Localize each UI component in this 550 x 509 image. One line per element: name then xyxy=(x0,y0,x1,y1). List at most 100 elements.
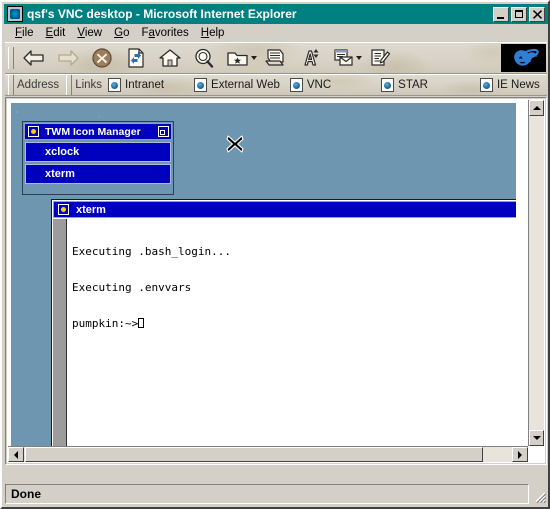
link-label: Intranet xyxy=(125,79,165,91)
scroll-down-button[interactable] xyxy=(529,430,544,446)
ie-document-icon xyxy=(7,6,23,22)
xterm-title: xterm xyxy=(76,203,106,216)
menu-item-go[interactable]: Go xyxy=(108,26,135,40)
edit-page-icon xyxy=(371,49,391,66)
terminal-prompt-line: pumpkin:~> xyxy=(72,318,516,330)
stop-x-icon xyxy=(92,48,112,68)
horizontal-scrollbar[interactable] xyxy=(8,446,528,462)
scroll-left-arrow-icon xyxy=(14,450,18,459)
xterm-text-output: Executing .bash_login... Executing .envv… xyxy=(72,222,516,451)
window-controls xyxy=(493,6,547,22)
print-button[interactable] xyxy=(258,44,292,72)
browser-content-frame: TWM Icon Manager xclock xterm xterm Exec… xyxy=(5,97,547,465)
links-bar: Address Links Intranet External Web VNC … xyxy=(5,74,547,96)
vertical-scrollbar[interactable] xyxy=(528,100,544,446)
scroll-up-arrow-icon xyxy=(532,106,541,110)
menu-item-view[interactable]: View xyxy=(71,26,108,40)
link-intranet[interactable]: Intranet xyxy=(108,78,164,92)
menu-item-help[interactable]: Help xyxy=(195,26,231,40)
scroll-right-arrow-icon xyxy=(518,450,522,459)
twm-icon-entry-label: xterm xyxy=(45,168,75,180)
mail-button[interactable] xyxy=(326,44,360,72)
link-page-icon xyxy=(108,78,122,92)
menu-item-file[interactable]: File xyxy=(9,26,40,40)
menu-bar: File Edit View Go Favorites Help xyxy=(4,24,548,42)
twm-icon-manager-title: TWM Icon Manager xyxy=(45,125,141,138)
twm-icon-entry-xclock[interactable]: xclock xyxy=(25,142,171,162)
arrow-right-icon xyxy=(58,50,79,66)
xterm-window[interactable]: xterm Executing .bash_login... Executing… xyxy=(51,199,516,451)
refresh-page-icon xyxy=(128,48,144,68)
resize-grip-icon[interactable] xyxy=(531,488,547,504)
arrow-left-icon xyxy=(23,50,44,66)
scroll-left-button[interactable] xyxy=(8,447,24,462)
twm-menu-dot-icon[interactable] xyxy=(28,126,39,137)
menu-item-edit[interactable]: Edit xyxy=(40,26,72,40)
link-ie-news[interactable]: IE News xyxy=(479,78,540,92)
link-label: IE News xyxy=(496,79,540,91)
stop-button[interactable] xyxy=(85,44,119,72)
internet-explorer-logo[interactable] xyxy=(501,44,546,72)
scroll-right-button[interactable] xyxy=(512,447,528,462)
links-label: Links xyxy=(75,79,103,91)
link-vnc[interactable]: VNC xyxy=(289,78,332,92)
twm-icon-entry-label: xclock xyxy=(45,146,80,158)
scroll-down-arrow-icon xyxy=(532,436,541,440)
link-label: VNC xyxy=(306,79,332,91)
twm-menu-dot-icon[interactable] xyxy=(58,204,69,215)
link-label: STAR xyxy=(398,79,428,91)
ie-e-icon xyxy=(513,48,539,66)
close-button[interactable] xyxy=(529,6,545,22)
addressbar-grip[interactable] xyxy=(8,75,14,95)
edit-button[interactable] xyxy=(363,44,397,72)
twm-icon-manager-window[interactable]: TWM Icon Manager xclock xterm xyxy=(22,121,174,195)
search-button[interactable] xyxy=(187,44,221,72)
favorites-button[interactable] xyxy=(221,44,255,72)
toolbar-grip[interactable] xyxy=(8,47,14,69)
x-cursor xyxy=(226,135,244,153)
twm-icon-manager-titlebar[interactable]: TWM Icon Manager xyxy=(24,123,172,140)
magnifier-icon xyxy=(195,48,214,68)
mail-icon xyxy=(334,49,353,66)
window-title: qsf's VNC desktop - Microsoft Internet E… xyxy=(27,7,297,21)
home-icon xyxy=(159,49,181,67)
back-button[interactable] xyxy=(17,44,51,72)
browser-viewport: TWM Icon Manager xclock xterm xterm Exec… xyxy=(7,99,545,463)
font-button[interactable] xyxy=(292,44,326,72)
terminal-line: Executing .bash_login... xyxy=(72,245,231,258)
status-bar: Done xyxy=(5,484,547,504)
linksbar-grip[interactable] xyxy=(66,75,73,95)
horizontal-scroll-thumb[interactable] xyxy=(25,447,483,462)
twm-icon-entry-xterm[interactable]: xterm xyxy=(25,164,171,184)
printer-icon xyxy=(265,49,284,66)
status-text: Done xyxy=(11,487,41,501)
font-size-icon xyxy=(304,49,319,66)
link-external-web[interactable]: External Web xyxy=(194,78,280,92)
main-toolbar xyxy=(5,42,547,74)
terminal-prompt: pumpkin:~> xyxy=(72,317,139,330)
link-star[interactable]: STAR xyxy=(381,78,428,92)
twm-resize-icon[interactable] xyxy=(158,126,169,137)
xterm-scrollbar[interactable] xyxy=(53,219,67,451)
xterm-titlebar[interactable]: xterm xyxy=(53,201,516,218)
status-panel: Done xyxy=(5,484,529,504)
favorites-folder-icon xyxy=(227,52,248,66)
refresh-button[interactable] xyxy=(119,44,153,72)
link-page-icon xyxy=(289,78,303,92)
menu-item-favorites[interactable]: Favorites xyxy=(135,26,194,40)
internet-explorer-window: qsf's VNC desktop - Microsoft Internet E… xyxy=(0,0,550,509)
forward-button[interactable] xyxy=(51,44,85,72)
maximize-button[interactable] xyxy=(511,6,527,22)
terminal-cursor xyxy=(138,318,145,328)
link-page-icon xyxy=(194,78,208,92)
xterm-body[interactable]: Executing .bash_login... Executing .envv… xyxy=(53,219,516,451)
link-label: External Web xyxy=(211,79,280,91)
address-label: Address xyxy=(17,79,60,91)
minimize-button[interactable] xyxy=(493,6,509,22)
window-titlebar: qsf's VNC desktop - Microsoft Internet E… xyxy=(4,4,548,24)
close-icon xyxy=(532,9,542,19)
scroll-up-button[interactable] xyxy=(529,100,544,116)
home-button[interactable] xyxy=(153,44,187,72)
vnc-desktop-root-window[interactable]: TWM Icon Manager xclock xterm xterm Exec… xyxy=(11,103,516,451)
link-page-icon xyxy=(479,78,493,92)
